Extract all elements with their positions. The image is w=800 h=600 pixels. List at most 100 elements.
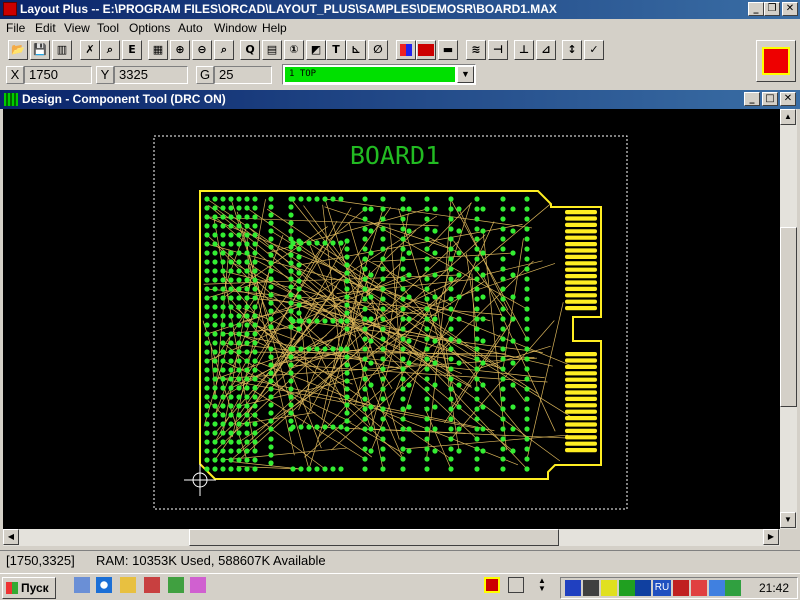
menu-auto[interactable]: Auto <box>178 21 203 35</box>
tray-icon-3[interactable] <box>601 580 617 596</box>
design-window-title-bar[interactable]: Design - Component Tool (DRC ON) _ □ ✕ <box>0 90 800 109</box>
app-icon[interactable] <box>3 2 17 16</box>
pad <box>524 456 530 462</box>
query-icon[interactable]: Q <box>240 40 260 60</box>
menu-view[interactable]: View <box>64 21 90 35</box>
find-icon[interactable]: ⌕ <box>100 40 120 60</box>
restore-button[interactable]: ❐ <box>764 2 780 16</box>
menu-options[interactable]: Options <box>129 21 170 35</box>
error-tool-icon[interactable]: ∅ <box>368 40 388 60</box>
app-title-bar[interactable]: Layout Plus -- E:\PROGRAM FILES\ORCAD\LA… <box>0 0 800 19</box>
app-icon-2[interactable] <box>168 577 184 593</box>
pad <box>380 316 386 322</box>
pad <box>288 252 294 258</box>
tray-icon-9[interactable] <box>725 580 741 596</box>
menu-tool[interactable]: Tool <box>97 21 119 35</box>
minimize-button[interactable]: _ <box>748 2 764 16</box>
tray-icon-2[interactable] <box>583 580 599 596</box>
pad <box>220 430 226 436</box>
online-drc-icon[interactable]: ▬ <box>438 40 458 60</box>
pad <box>244 394 250 400</box>
layer-select[interactable]: 1 TOP ▼ <box>282 64 476 85</box>
delete-icon[interactable]: ✗ <box>80 40 100 60</box>
zoom-all-icon[interactable]: ⌕ <box>214 40 234 60</box>
menu-help[interactable]: Help <box>262 21 287 35</box>
design-canvas[interactable]: BOARD1 <box>3 109 780 529</box>
dimension-tool-icon[interactable]: ⊾ <box>346 40 366 60</box>
open-icon[interactable]: 📂 <box>8 40 28 60</box>
pad <box>380 416 386 422</box>
start-button[interactable]: Пуск <box>2 577 56 599</box>
reconnect-icon[interactable]: ⊣ <box>488 40 508 60</box>
pad <box>330 346 336 352</box>
design-maximize-button[interactable]: □ <box>762 92 778 106</box>
text-tool-icon[interactable]: T <box>326 40 346 60</box>
pad <box>212 214 218 220</box>
pad <box>236 331 242 337</box>
design-window-icon[interactable] <box>4 93 18 106</box>
edit-segment-icon[interactable]: ⊥ <box>514 40 534 60</box>
pad <box>204 205 210 211</box>
language-indicator[interactable]: RU <box>653 580 671 596</box>
horizontal-scroll-thumb[interactable] <box>189 529 559 546</box>
ie-icon[interactable] <box>96 577 112 593</box>
app-icon-3[interactable] <box>190 577 206 593</box>
horizontal-scrollbar[interactable]: ◀ ▶ <box>3 529 780 546</box>
pad <box>424 376 430 382</box>
explorer-icon[interactable] <box>120 577 136 593</box>
desktop-icon[interactable] <box>74 577 90 593</box>
zoom-out-icon[interactable]: ⊖ <box>192 40 212 60</box>
tray-icon-7[interactable] <box>691 580 707 596</box>
task-icon-2[interactable] <box>508 577 524 593</box>
zoom-in-icon[interactable]: ⊕ <box>170 40 190 60</box>
task-scroll-icon[interactable]: ▲ ▼ <box>538 577 554 593</box>
pad <box>474 216 480 222</box>
tray-icon-1[interactable] <box>565 580 581 596</box>
reports-icon[interactable]: ▥ <box>52 40 72 60</box>
tray-icon-4[interactable] <box>619 580 635 596</box>
pad <box>212 196 218 202</box>
menu-edit[interactable]: Edit <box>35 21 56 35</box>
pad <box>288 410 294 416</box>
auto-route-icon[interactable]: ↕ <box>562 40 582 60</box>
save-icon[interactable]: 💾 <box>30 40 50 60</box>
pad <box>220 412 226 418</box>
pad <box>220 223 226 229</box>
connection-tool-icon[interactable]: ≋ <box>466 40 486 60</box>
pad <box>500 216 506 222</box>
spreadsheet-e-icon[interactable]: E <box>122 40 142 60</box>
close-button[interactable]: ✕ <box>782 2 798 16</box>
pad <box>220 304 226 310</box>
tray-icon-8[interactable] <box>709 580 725 596</box>
color-icon[interactable] <box>396 40 416 60</box>
design-check-icon[interactable]: ✓ <box>584 40 604 60</box>
pad <box>204 250 210 256</box>
menu-window[interactable]: Window <box>214 21 257 35</box>
scroll-right-icon[interactable]: ▶ <box>763 529 779 545</box>
pad <box>456 382 462 388</box>
scroll-left-icon[interactable]: ◀ <box>3 529 19 545</box>
scroll-down-icon[interactable]: ▼ <box>780 512 796 528</box>
board-thumbnail-icon[interactable] <box>756 40 796 82</box>
vertical-scroll-thumb[interactable] <box>780 227 797 407</box>
pcb-board-view[interactable]: BOARD1 <box>3 109 780 529</box>
vertical-scrollbar[interactable]: ▲ ▼ <box>780 109 797 529</box>
add-segment-icon[interactable]: ⊿ <box>536 40 556 60</box>
layout-task-icon[interactable] <box>484 577 500 593</box>
scroll-up-icon[interactable]: ▲ <box>780 109 796 125</box>
tray-icon-6[interactable] <box>673 580 689 596</box>
tray-icon-5[interactable] <box>635 580 651 596</box>
obstacle-tool-icon[interactable]: ◩ <box>306 40 326 60</box>
pin-tool-icon[interactable]: ① <box>284 40 304 60</box>
drc-icon[interactable] <box>416 40 436 60</box>
chevron-down-icon[interactable]: ▼ <box>457 66 474 83</box>
app-icon-1[interactable] <box>144 577 160 593</box>
pad <box>400 246 406 252</box>
pad <box>268 370 274 376</box>
design-close-button[interactable]: ✕ <box>780 92 796 106</box>
component-tool-icon[interactable]: ▤ <box>262 40 282 60</box>
menu-file[interactable]: File <box>6 21 25 35</box>
pad <box>228 412 234 418</box>
grid-icon[interactable]: ▦ <box>148 40 168 60</box>
design-minimize-button[interactable]: _ <box>744 92 760 106</box>
